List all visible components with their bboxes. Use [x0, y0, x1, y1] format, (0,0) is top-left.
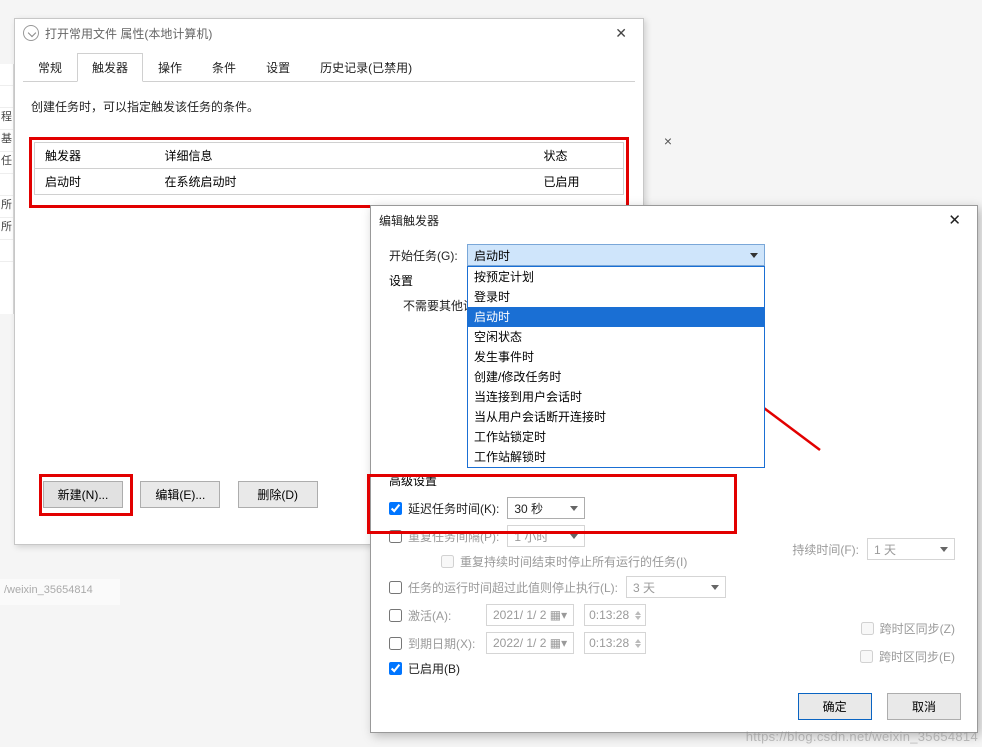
- row-status: 已启用: [534, 169, 624, 195]
- dropdown-item[interactable]: 按预定计划: [468, 267, 764, 287]
- tab-triggers[interactable]: 触发器: [77, 53, 143, 82]
- chevron-down-icon: [711, 585, 719, 590]
- tab-general[interactable]: 常规: [23, 53, 77, 82]
- table-row[interactable]: 启动时 在系统启动时 已启用: [35, 169, 624, 195]
- dropdown-item[interactable]: 启动时: [468, 307, 764, 327]
- col-detail[interactable]: 详细信息: [155, 143, 534, 169]
- repeat-value: 1 小时: [514, 528, 548, 545]
- chevron-down-icon: [570, 506, 578, 511]
- new-button[interactable]: 新建(N)...: [43, 481, 123, 508]
- col-trigger[interactable]: 触发器: [35, 143, 155, 169]
- dialog-title: 编辑触发器: [379, 212, 439, 229]
- repeat-row: 重复任务间隔(P): 1 小时 持续时间(F): 1 天: [389, 525, 959, 547]
- expire-date: 2022/ 1/ 2 ▦▾: [486, 632, 574, 654]
- dropdown-item[interactable]: 当从用户会话断开连接时: [468, 407, 764, 427]
- edit-trigger-dialog: 编辑触发器 ✕ 开始任务(G): 启动时 按预定计划 登录时 启动时 空闲状态 …: [370, 205, 978, 733]
- col-status[interactable]: 状态: [534, 143, 624, 169]
- titlebar: 打开常用文件 属性(本地计算机) ✕: [15, 19, 643, 47]
- delay-label: 延迟任务时间(K):: [408, 500, 499, 517]
- close-icon[interactable]: ✕: [607, 23, 635, 44]
- expire-checkbox[interactable]: [389, 637, 402, 650]
- row-detail: 在系统启动时: [155, 169, 534, 195]
- chevron-down-icon: [940, 547, 948, 552]
- delay-checkbox[interactable]: [389, 502, 402, 515]
- duration-value: 1 天: [874, 541, 896, 558]
- tab-actions[interactable]: 操作: [143, 53, 197, 82]
- cancel-button[interactable]: 取消: [887, 693, 961, 720]
- expire-time: 0:13:28: [584, 632, 646, 654]
- expire-tz-checkbox: [860, 650, 873, 663]
- tab-settings[interactable]: 设置: [251, 53, 305, 82]
- activate-tz-checkbox: [861, 622, 874, 635]
- dropdown-item[interactable]: 工作站解锁时: [468, 447, 764, 467]
- delay-row: 延迟任务时间(K): 30 秒: [389, 497, 959, 519]
- left-column-sliver: 程基 任 所所: [0, 64, 14, 314]
- activate-row: 激活(A): 2021/ 1/ 2 ▦▾ 0:13:28 跨时区同步(Z): [389, 604, 959, 626]
- begin-task-dropdown[interactable]: 按预定计划 登录时 启动时 空闲状态 发生事件时 创建/修改任务时 当连接到用户…: [467, 266, 765, 468]
- delay-select[interactable]: 30 秒: [507, 497, 585, 519]
- watermark: https://blog.csdn.net/weixin_35654814: [746, 729, 978, 744]
- delay-value: 30 秒: [514, 500, 543, 517]
- activate-time: 0:13:28: [584, 604, 646, 626]
- dropdown-item[interactable]: 空闲状态: [468, 327, 764, 347]
- dropdown-item[interactable]: 发生事件时: [468, 347, 764, 367]
- tab-conditions[interactable]: 条件: [197, 53, 251, 82]
- background-window-close-icon[interactable]: ×: [664, 133, 672, 149]
- tabstrip: 常规 触发器 操作 条件 设置 历史记录(已禁用): [23, 53, 635, 82]
- expire-tz-label: 跨时区同步(E): [879, 648, 955, 665]
- activate-date: 2021/ 1/ 2 ▦▾: [486, 604, 574, 626]
- activate-tz-label: 跨时区同步(Z): [880, 620, 955, 637]
- dialog-button-row: 确定 取消: [786, 693, 961, 720]
- dropdown-item[interactable]: 工作站锁定时: [468, 427, 764, 447]
- dialog-titlebar: 编辑触发器 ✕: [371, 206, 977, 234]
- duration-label: 持续时间(F):: [792, 541, 859, 558]
- dropdown-item[interactable]: 创建/修改任务时: [468, 367, 764, 387]
- begin-task-label: 开始任务(G):: [389, 244, 467, 264]
- chevron-down-icon: [750, 253, 758, 258]
- trigger-table-highlight: 触发器 详细信息 状态 启动时 在系统启动时 已启用: [29, 137, 629, 208]
- button-row: 新建(N)... 编辑(E)... 删除(D): [43, 481, 332, 508]
- close-icon[interactable]: ✕: [940, 209, 969, 231]
- stop-row: 任务的运行时间超过此值则停止执行(L): 3 天: [389, 576, 959, 598]
- stop-label: 任务的运行时间超过此值则停止执行(L):: [408, 579, 618, 596]
- repeat-stop-all-checkbox: [441, 555, 454, 568]
- activate-checkbox[interactable]: [389, 609, 402, 622]
- begin-task-select[interactable]: 启动时: [467, 244, 765, 266]
- tab-description: 创建任务时，可以指定触发该任务的条件。: [31, 98, 629, 115]
- dropdown-item[interactable]: 登录时: [468, 287, 764, 307]
- begin-task-value: 启动时: [474, 247, 510, 264]
- duration-select: 1 天: [867, 538, 955, 560]
- repeat-checkbox[interactable]: [389, 530, 402, 543]
- clock-icon: [23, 25, 39, 41]
- browser-omnibox-fragment: /weixin_35654814: [0, 579, 120, 605]
- stop-select: 3 天: [626, 576, 726, 598]
- enabled-checkbox[interactable]: [389, 662, 402, 675]
- stop-value: 3 天: [633, 579, 655, 596]
- activate-label: 激活(A):: [408, 607, 478, 624]
- stop-checkbox[interactable]: [389, 581, 402, 594]
- dropdown-item[interactable]: 当连接到用户会话时: [468, 387, 764, 407]
- trigger-table[interactable]: 触发器 详细信息 状态 启动时 在系统启动时 已启用: [34, 142, 624, 195]
- tab-history[interactable]: 历史记录(已禁用): [305, 53, 427, 82]
- advanced-settings-label: 高级设置: [389, 472, 959, 489]
- ok-button[interactable]: 确定: [798, 693, 872, 720]
- delete-button[interactable]: 删除(D): [238, 481, 318, 508]
- row-trigger: 启动时: [35, 169, 155, 195]
- edit-button[interactable]: 编辑(E)...: [140, 481, 220, 508]
- chevron-down-icon: [570, 534, 578, 539]
- tab-content: 创建任务时，可以指定触发该任务的条件。 触发器 详细信息 状态 启动时 在系统启…: [15, 82, 643, 218]
- window-title: 打开常用文件 属性(本地计算机): [45, 25, 212, 42]
- repeat-label: 重复任务间隔(P):: [408, 528, 499, 545]
- enabled-label: 已启用(B): [408, 660, 460, 677]
- expire-label: 到期日期(X):: [408, 635, 478, 652]
- repeat-select: 1 小时: [507, 525, 585, 547]
- repeat-stop-all-label: 重复持续时间结束时停止所有运行的任务(I): [460, 553, 687, 570]
